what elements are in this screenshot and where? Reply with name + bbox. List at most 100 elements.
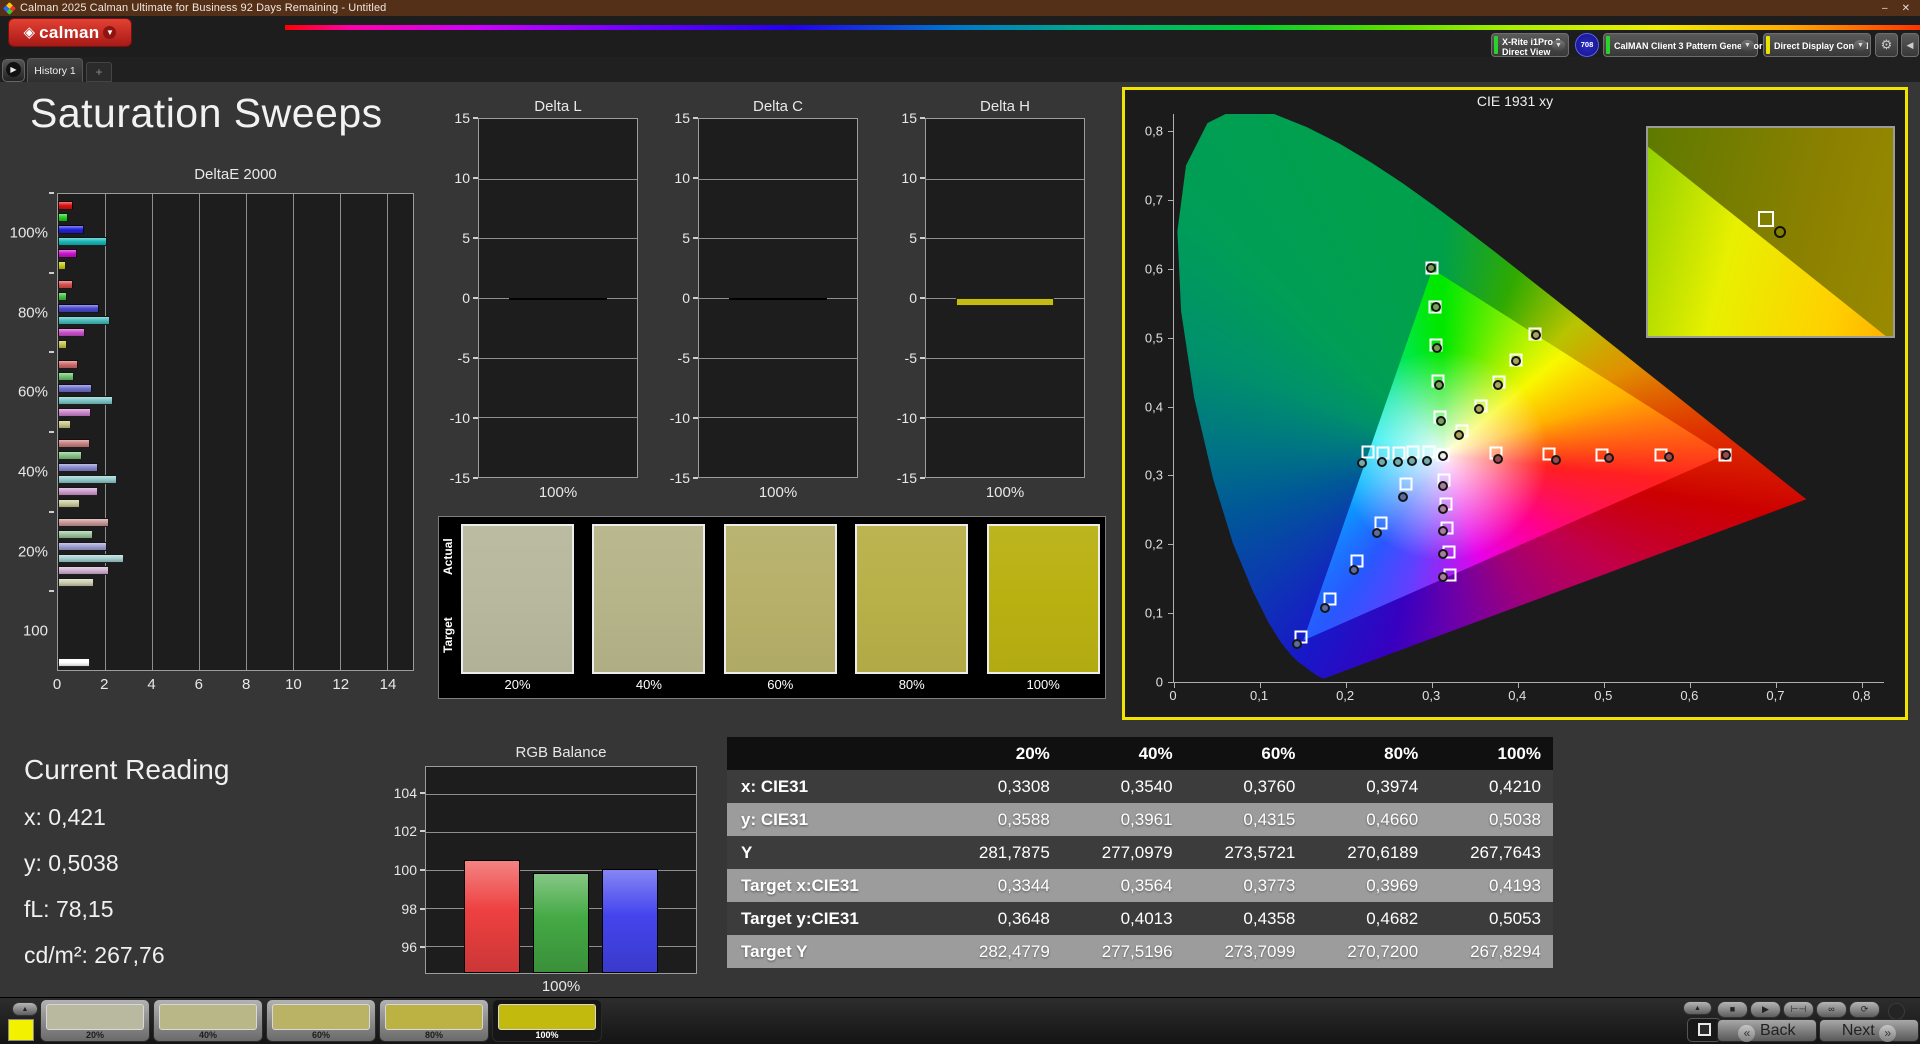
y-tick-label: 5 [909, 230, 917, 246]
table-cell: 270,7200 [1347, 942, 1419, 961]
table-header-row: 20% 40% 60% 80% 100% [727, 737, 1553, 770]
back-button[interactable]: « Back [1717, 1019, 1817, 1042]
y-tick-label: 104 [393, 784, 417, 801]
cie-measured-marker [1407, 455, 1418, 466]
cie-measured-marker [1348, 564, 1359, 575]
table-cell: 277,0979 [1101, 843, 1173, 862]
y-tick-mark [1168, 406, 1174, 408]
deltae-bar [58, 225, 84, 234]
y-tick-label: 98 [401, 900, 417, 917]
delta-bar [729, 298, 827, 301]
table-row-label: Target y:CIE31 [741, 909, 859, 928]
y-tick-mark [49, 590, 54, 593]
delta-c-title: Delta C [752, 98, 804, 115]
settings-button[interactable]: ⚙ [1875, 33, 1898, 57]
tab-scroll-button[interactable]: ▶ [2, 59, 25, 82]
refresh-icon: ⟳ [1860, 1004, 1869, 1014]
deltae-bar [58, 451, 82, 460]
back-label: Back [1759, 1022, 1796, 1039]
calman-logo-icon: ◈ [23, 24, 36, 41]
gridline [926, 357, 1084, 359]
pattern-thumbnail[interactable]: 100% [492, 999, 602, 1042]
collapse-panel-button[interactable]: ◀ [1901, 33, 1919, 57]
add-tab-button[interactable]: + [86, 62, 112, 82]
pattern-thumbnail[interactable]: 60% [266, 999, 376, 1042]
cie-measured-marker [1426, 263, 1437, 274]
cie-measured-marker [1492, 453, 1503, 464]
tab-history-1[interactable]: History 1 [27, 58, 83, 82]
next-button[interactable]: Next » [1819, 1019, 1919, 1042]
pattern-thumbnail[interactable]: 40% [153, 999, 263, 1042]
expand-pattern-panel-button[interactable]: ▲ [12, 1002, 38, 1016]
interval-measure-button[interactable]: ⊢⊣ [1783, 1001, 1814, 1018]
table-cell: 0,3974 [1366, 777, 1419, 796]
gridline [105, 194, 107, 670]
minimize-icon[interactable]: – [1882, 3, 1888, 14]
table-row: x: CIE31 0,3308 0,3540 0,3760 0,3974 0,4210 [727, 770, 1553, 803]
x-tick-label: 0,4 [1508, 688, 1527, 703]
y-tick-label: -10 [449, 410, 470, 426]
thumbnail-swatch [46, 1004, 144, 1030]
cie-measured-marker [1551, 454, 1562, 465]
pattern-thumbnail[interactable]: 80% [379, 999, 489, 1042]
calman-menu-button[interactable]: ◈ calman ▼ [8, 18, 132, 47]
y-tick-mark [1168, 682, 1174, 683]
deltae-bar [58, 383, 93, 393]
y-tick-label: 100 [393, 862, 417, 878]
table-cell: 277,5196 [1101, 942, 1173, 961]
table-cell: 270,6189 [1347, 843, 1419, 862]
y-tick-label: -5 [677, 350, 690, 366]
chevron-down-icon: ▼ [103, 26, 117, 39]
refresh-measure-button[interactable]: ⟳ [1849, 1001, 1880, 1018]
gridline [152, 194, 154, 670]
stop-icon [1697, 1023, 1711, 1036]
expand-transport-button[interactable]: ▲ [1683, 1001, 1712, 1015]
play-measure-button[interactable]: ▶ [1750, 1001, 1781, 1018]
thumbnail-swatch [272, 1004, 370, 1030]
y-tick-mark [49, 431, 54, 433]
cie-measured-marker [1392, 456, 1403, 467]
pattern-generator-selector[interactable]: CalMAN Client 3 Pattern Generator ▼ [1603, 33, 1763, 57]
reading-fl: fL: 78,15 [24, 896, 114, 922]
table-header-cell: 40% [1138, 744, 1173, 763]
x-tick-label: 0,6 [1680, 688, 1699, 703]
stop-measure-button[interactable]: ■ [1717, 1001, 1748, 1018]
appbar: ◈ calman ▼ X-Rite i1Pro 3 Direct View ▼ … [0, 16, 1920, 57]
gridline [426, 793, 696, 795]
meter-status-stripe [1494, 36, 1498, 54]
table-cell: 267,7643 [1470, 843, 1541, 862]
x-tick-label: 6 [194, 676, 204, 693]
y-tick-label: 0 [682, 290, 690, 306]
y-tick-label: -5 [904, 350, 917, 366]
stop-pattern-button[interactable] [1687, 1018, 1721, 1042]
gridline [926, 417, 1084, 419]
close-icon[interactable]: ✕ [1902, 3, 1910, 14]
y-tick-label: 10 [901, 170, 917, 186]
pattern-thumbnail[interactable]: 20% [40, 999, 150, 1042]
cie-inset-measured-marker [1774, 225, 1787, 238]
x-tick-label: 2 [100, 676, 109, 693]
y-tick-label: 0,1 [1144, 605, 1163, 621]
y-tick-label: 60% [17, 383, 48, 401]
gridline [199, 194, 201, 670]
y-tick-mark [49, 351, 54, 354]
actual-target-swatch-panel: Actual Target 20% 40% 60% 80% 100% [438, 516, 1106, 699]
cie-measured-marker [1422, 455, 1433, 466]
swatch-label: 100% [1026, 677, 1060, 692]
deltae-bar [58, 554, 124, 564]
cie-measured-marker [1356, 458, 1367, 469]
continuous-measure-button[interactable]: ∞ [1816, 1001, 1847, 1018]
display-control-selector[interactable]: Direct Display Control ▼ [1763, 33, 1871, 57]
x-tick-label: 0,3 [1422, 688, 1441, 703]
table-row: Target Y 282,4779 277,5196 273,7099 270,7200… [727, 935, 1553, 968]
table-row-label: Target Y [741, 942, 808, 961]
x-tick-label: 0,1 [1250, 688, 1269, 703]
status-led [1888, 1003, 1905, 1020]
gridline [699, 178, 857, 180]
cie-measured-marker [1438, 503, 1449, 514]
meter-selector[interactable]: X-Rite i1Pro 3 Direct View ▼ [1491, 33, 1569, 57]
table-cell: 282,4779 [978, 942, 1050, 961]
cie-measured-marker [1432, 343, 1443, 354]
chevron-down-icon: ▼ [1854, 40, 1867, 51]
meter-708-badge[interactable]: 708 [1575, 33, 1599, 57]
